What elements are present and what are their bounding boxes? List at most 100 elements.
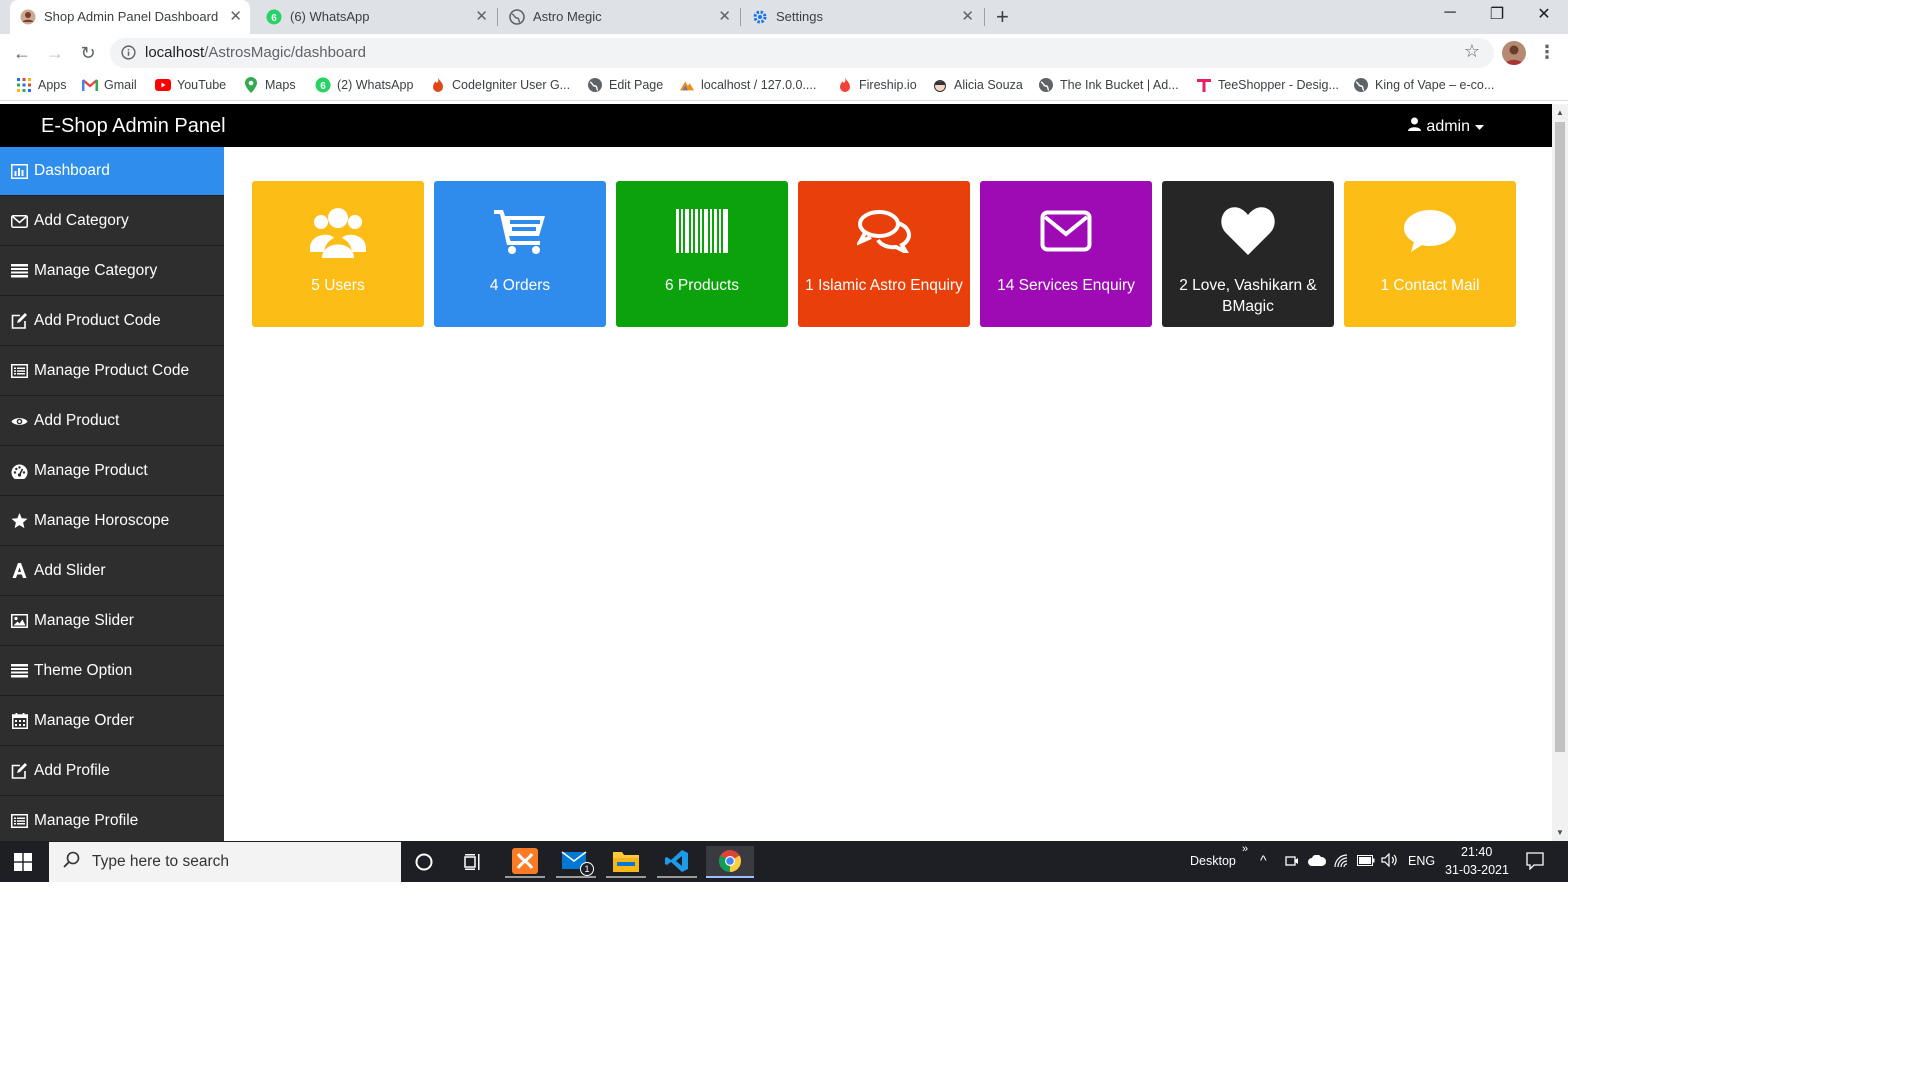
sidebar-item-manage-category[interactable]: Manage Category [0,247,224,296]
sidebar-item-add-category[interactable]: Add Category [0,197,224,246]
close-window-icon[interactable]: ✕ [1524,4,1564,24]
chat-bubbles-icon [798,201,970,261]
mail-app-icon[interactable]: 1 [556,846,596,878]
close-icon[interactable]: ✕ [229,7,242,25]
address-bar[interactable]: localhost/AstrosMagic/dashboard ☆ [110,38,1494,68]
chrome-icon[interactable] [706,846,754,878]
bookmark-apps[interactable]: Apps [16,77,67,93]
sidebar-item-label: Manage Profile [34,812,139,829]
tile-label: 4 Orders [489,277,551,294]
bookmark-alicia-souza[interactable]: Alicia Souza [932,77,1023,93]
minimize-window-icon[interactable]: ─ [1430,4,1470,22]
tile-contact-mail[interactable]: 1 Contact Mail [1344,181,1516,327]
svg-text:6: 6 [320,81,326,92]
sidebar-item-dashboard[interactable]: Dashboard [0,147,224,196]
file-explorer-icon[interactable] [606,846,646,878]
task-view-icon[interactable] [454,846,494,878]
close-icon[interactable]: ✕ [961,7,974,25]
onedrive-cloud-icon[interactable] [1308,854,1327,869]
sidebar-item-manage-product-code[interactable]: Manage Product Code [0,347,224,396]
list-alt-icon [11,813,28,830]
scrollbar-thumb[interactable] [1555,122,1565,752]
brand-title[interactable]: E-Shop Admin Panel [41,115,226,138]
sidebar-item-add-product-code[interactable]: Add Product Code [0,297,224,346]
desktop-toolbar-label[interactable]: Desktop [1190,854,1236,868]
tab-astro-megic[interactable]: Astro Megic ✕ [499,0,739,34]
back-arrow-icon[interactable]: ← [10,41,34,65]
sidebar-item-add-slider[interactable]: Add Slider [0,547,224,596]
bookmark-youtube[interactable]: YouTube [155,77,226,93]
profile-favicon-icon [20,9,36,25]
url-text: localhost/AstrosMagic/dashboard [145,44,366,61]
tile-orders[interactable]: 4 Orders [434,181,606,327]
tab-title: (6) WhatsApp [290,9,370,24]
bookmark-codeigniter[interactable]: CodeIgniter User G... [430,77,570,93]
bookmark-ink-bucket[interactable]: The Ink Bucket | Ad... [1038,77,1179,93]
sidebar-item-manage-order[interactable]: Manage Order [0,697,224,746]
tile-products[interactable]: 6 Products [616,181,788,327]
xampp-app-icon[interactable] [505,846,545,878]
sidebar-item-add-profile[interactable]: Add Profile [0,747,224,796]
battery-icon[interactable] [1357,855,1375,869]
list-alt-icon [11,363,28,380]
bookmark-maps[interactable]: Maps [243,77,296,93]
notification-center-icon[interactable] [1526,852,1544,873]
chevron-up-icon[interactable]: ^ [1260,852,1267,868]
cortana-circle-icon[interactable] [404,846,444,878]
sidebar-item-label: Manage Horoscope [34,512,170,529]
volume-icon[interactable] [1381,852,1398,870]
clock-time[interactable]: 21:40 [1461,845,1492,859]
calendar-icon [11,713,28,730]
clock-date[interactable]: 31-03-2021 [1445,863,1509,877]
sidebar-item-manage-slider[interactable]: Manage Slider [0,597,224,646]
close-icon[interactable]: ✕ [475,7,488,25]
tile-islamic-astro-enquiry[interactable]: 1 Islamic Astro Enquiry [798,181,970,327]
chevron-double-right-icon[interactable]: » [1242,843,1248,855]
scroll-down-arrow-icon[interactable]: ▼ [1556,828,1564,837]
sidebar-item-add-product[interactable]: Add Product [0,397,224,446]
sidebar-item-label: Theme Option [34,662,133,679]
new-tab-plus-icon[interactable]: + [996,4,1009,30]
tile-love-vashikarn[interactable]: 2 Love, Vashikarn & BMagic [1162,181,1334,327]
restore-window-icon[interactable]: ❐ [1477,4,1517,24]
barcode-icon [616,201,788,261]
language-indicator[interactable]: ENG [1408,854,1435,868]
page-scrollbar[interactable]: ▲ ▼ [1552,104,1568,841]
bookmark-gmail[interactable]: Gmail [82,77,137,93]
vscode-icon[interactable] [657,846,697,878]
bookmark-phpmyadmin[interactable]: localhost / 127.0.0.... [679,77,816,93]
meet-now-icon[interactable] [1285,854,1299,871]
sidebar-item-manage-horoscope[interactable]: Manage Horoscope [0,497,224,546]
tab-whatsapp[interactable]: 6 (6) WhatsApp ✕ [256,0,496,34]
bookmark-edit-page[interactable]: Edit Page [587,77,663,93]
tab-separator [740,8,741,26]
bookmark-king-of-vape[interactable]: King of Vape – e-co... [1353,77,1494,93]
scroll-up-arrow-icon[interactable]: ▲ [1556,108,1564,117]
users-icon [252,201,424,261]
bookmark-teeshopper[interactable]: TeeShopper - Desig... [1196,77,1339,93]
tab-shop-admin[interactable]: Shop Admin Panel Dashboard ✕ [10,0,250,34]
profile-avatar[interactable] [1502,41,1526,65]
user-dropdown[interactable]: admin [1408,117,1484,136]
bookmark-star-icon[interactable]: ☆ [1464,41,1480,62]
forward-arrow-icon[interactable]: → [43,41,67,65]
sidebar-item-label: Add Product Code [34,312,161,329]
tile-users[interactable]: 5 Users [252,181,424,327]
info-icon[interactable] [121,45,136,65]
tile-services-enquiry[interactable]: 14 Services Enquiry [980,181,1152,327]
reload-icon[interactable]: ↻ [76,41,100,65]
sidebar-item-label: Manage Product Code [34,362,190,379]
bookmark-whatsapp[interactable]: 6 (2) WhatsApp [315,77,413,93]
windows-start-icon[interactable] [14,853,32,876]
taskbar-search-box[interactable]: Type here to search [49,842,401,882]
menu-kebab-icon[interactable]: ⋮ [1538,42,1556,63]
tab-settings[interactable]: Settings ✕ [742,0,982,34]
windows-taskbar: Type here to search 1 Desktop » ^ ENG 21… [0,841,1568,882]
sidebar-item-manage-profile[interactable]: Manage Profile [0,797,224,846]
sidebar-item-manage-product[interactable]: Manage Product [0,447,224,496]
wifi-icon[interactable] [1334,854,1349,871]
bookmark-fireship[interactable]: Fireship.io [837,77,917,93]
bookmark-label: Maps [265,78,296,92]
close-icon[interactable]: ✕ [718,7,731,25]
sidebar-item-theme-option[interactable]: Theme Option [0,647,224,696]
